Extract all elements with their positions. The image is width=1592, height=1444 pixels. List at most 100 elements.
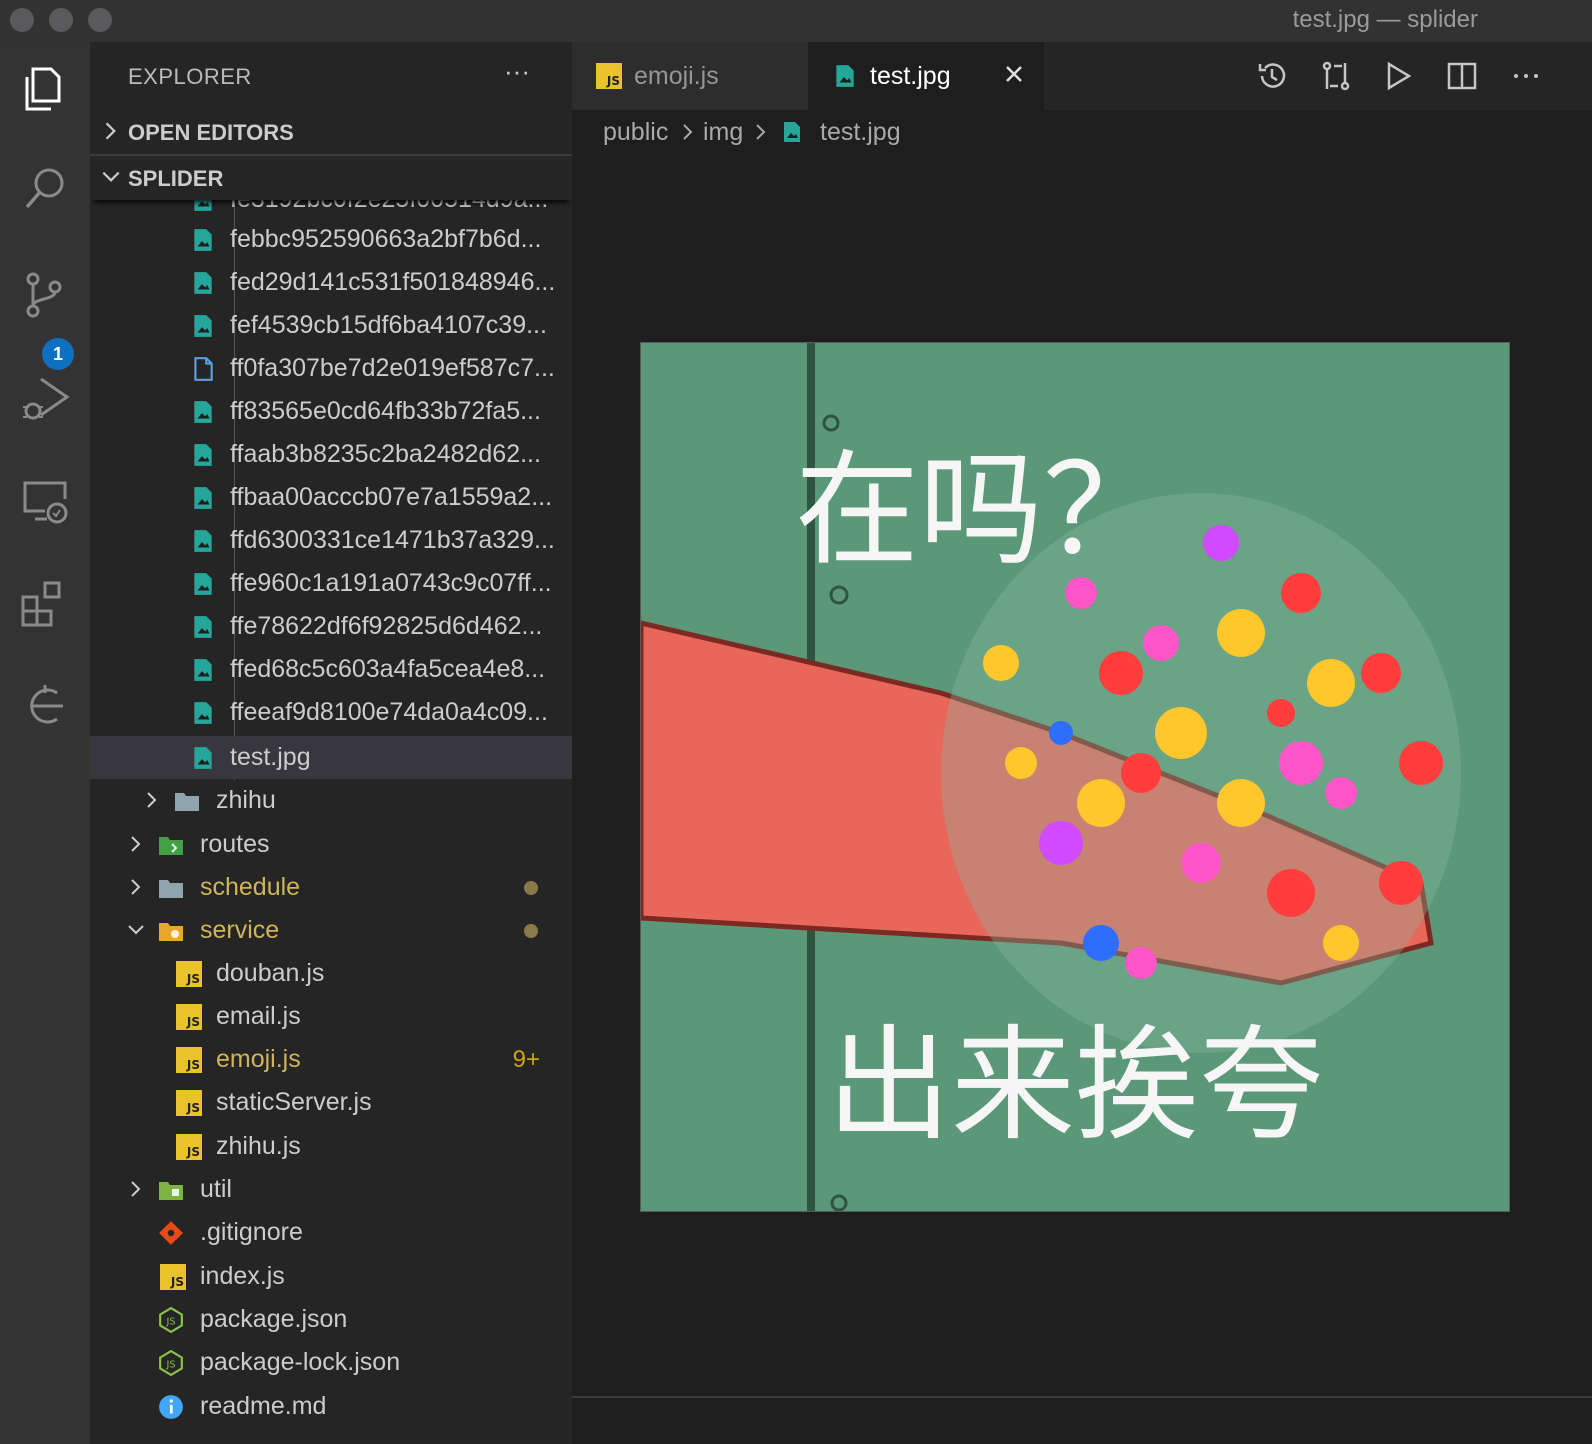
chevron-down-icon [102, 171, 120, 182]
file-row[interactable]: ffe960c1a191a0743c9c07ff... [90, 562, 572, 605]
routes-folder-icon [159, 837, 183, 855]
folder-row-service[interactable]: service [90, 909, 572, 952]
image-file-icon [194, 444, 212, 466]
image-file-icon [194, 487, 212, 509]
svg-text:JS: JS [165, 1359, 175, 1370]
compare-changes-icon[interactable] [1318, 58, 1354, 94]
search-icon[interactable] [14, 158, 76, 220]
minimize-window-button[interactable] [49, 8, 73, 32]
file-row[interactable]: ff0fa307be7d2e019ef587c7... [90, 347, 572, 390]
chevron-right-icon [756, 124, 766, 140]
source-control-icon[interactable] [14, 264, 76, 326]
meme-image: 在吗？ 出来挨夸 [641, 343, 1509, 1211]
js-file-icon: JS [176, 1090, 202, 1116]
chevron-right-icon [683, 124, 693, 140]
info-icon [159, 1395, 183, 1419]
js-file-icon: JS [596, 63, 622, 89]
file-row[interactable]: .gitignore [90, 1211, 572, 1254]
panel-border [572, 1396, 1592, 1398]
run-debug-icon[interactable] [14, 368, 76, 430]
file-row[interactable]: readme.md [90, 1385, 572, 1428]
chevron-right-icon [131, 1181, 141, 1197]
file-row[interactable]: ffd6300331ce1471b37a329... [90, 519, 572, 562]
file-row[interactable]: febbc952590663a2bf7b6d... [90, 218, 572, 261]
folder-row-schedule[interactable]: schedule [90, 866, 572, 909]
image-top-text: 在吗？ [795, 439, 1167, 583]
image-file-icon [194, 229, 212, 251]
editor-tab-bar: JS emoji.js test.jpg [572, 42, 1592, 110]
file-row[interactable]: ffed68c5c603a4fa5cea4e8... [90, 648, 572, 691]
util-folder-icon [159, 1182, 183, 1200]
chevron-right-icon [147, 792, 157, 808]
file-row-selected[interactable]: test.jpg [90, 736, 572, 779]
file-row[interactable]: ffe78622df6f92825d6d462... [90, 605, 572, 648]
file-row[interactable]: JS zhihu.js [90, 1125, 572, 1168]
file-row[interactable]: ffaab3b8235c2ba2482d62... [90, 433, 572, 476]
open-editors-section[interactable]: OPEN EDITORS [90, 110, 572, 156]
folder-row-zhihu[interactable]: zhihu [90, 779, 572, 822]
breadcrumb: public img test.jpg [572, 110, 1592, 156]
file-row[interactable]: JS staticServer.js [90, 1081, 572, 1124]
nodejs-icon: JS [159, 1307, 183, 1333]
modified-dot [524, 881, 538, 895]
file-row[interactable]: JS emoji.js 9+ [90, 1038, 572, 1081]
image-preview: 在吗？ 出来挨夸 [640, 342, 1510, 1212]
folder-row-routes[interactable]: routes [90, 823, 572, 866]
zoom-window-button[interactable] [88, 8, 112, 32]
file-row[interactable]: fed29d141c531f501848946... [90, 261, 572, 304]
split-editor-icon[interactable] [1444, 58, 1480, 94]
open-editors-label: OPEN EDITORS [128, 120, 294, 145]
folder-row-util[interactable]: util [90, 1168, 572, 1211]
window-title: test.jpg — splider [1292, 6, 1478, 33]
image-file-icon [194, 272, 212, 294]
breadcrumb-item[interactable]: public [603, 118, 668, 147]
breadcrumb-item[interactable]: test.jpg [820, 118, 901, 147]
modified-dot [524, 924, 538, 938]
js-file-icon: JS [176, 1134, 202, 1160]
file-row[interactable]: ffbaa00acccb07e7a1559a2... [90, 476, 572, 519]
chevron-right-icon [131, 836, 141, 852]
js-file-icon: JS [176, 961, 202, 987]
more-actions-icon[interactable] [1508, 58, 1544, 94]
close-window-button[interactable] [10, 8, 34, 32]
extensions-icon[interactable] [14, 572, 76, 634]
workspace-section[interactable]: SPLIDER [90, 156, 572, 200]
js-file-icon: JS [176, 1004, 202, 1030]
chevron-right-icon [105, 122, 116, 140]
file-row[interactable]: JS package-lock.json [90, 1341, 572, 1384]
explorer-sidebar: EXPLORER ··· OPEN EDITORS SPLIDER fe3192… [90, 42, 572, 1444]
image-file-icon [194, 530, 212, 552]
file-row[interactable]: JS index.js [90, 1255, 572, 1298]
image-file-icon [194, 315, 212, 337]
js-file-icon: JS [160, 1264, 186, 1290]
file-row[interactable]: JS package.json [90, 1298, 572, 1341]
remote-explorer-icon[interactable] [14, 470, 76, 532]
tab-emoji-js[interactable]: JS emoji.js [572, 42, 808, 110]
close-icon[interactable] [1000, 60, 1028, 88]
file-row[interactable]: JS douban.js [90, 952, 572, 995]
file-row[interactable]: fef4539cb15df6ba4107c39... [90, 304, 572, 347]
run-icon[interactable] [1380, 58, 1416, 94]
image-file-icon [836, 65, 854, 87]
chevron-right-icon [131, 879, 141, 895]
image-file-icon [194, 747, 212, 769]
image-file-icon [194, 573, 212, 595]
history-icon[interactable] [1254, 58, 1290, 94]
explorer-icon[interactable] [14, 58, 76, 120]
file-row[interactable]: ff83565e0cd64fb33b72fa5... [90, 390, 572, 433]
problems-count-badge: 9+ [512, 1046, 540, 1073]
folder-icon [159, 880, 183, 898]
file-row[interactable]: ffeeaf9d8100e74da0a4c09... [90, 691, 572, 734]
service-folder-icon [159, 923, 183, 941]
activity-bar: 1 [0, 42, 90, 1444]
more-actions-icon[interactable]: ··· [504, 56, 530, 87]
timeline-icon[interactable] [14, 674, 76, 736]
file-row[interactable]: JS email.js [90, 995, 572, 1038]
breadcrumb-item[interactable]: img [703, 118, 743, 147]
image-file-icon [194, 702, 212, 724]
explorer-title: EXPLORER [128, 64, 252, 89]
tab-test-jpg[interactable]: test.jpg [808, 42, 1044, 110]
js-file-icon: JS [176, 1047, 202, 1073]
image-file-icon [194, 401, 212, 423]
image-file-icon [784, 122, 800, 142]
